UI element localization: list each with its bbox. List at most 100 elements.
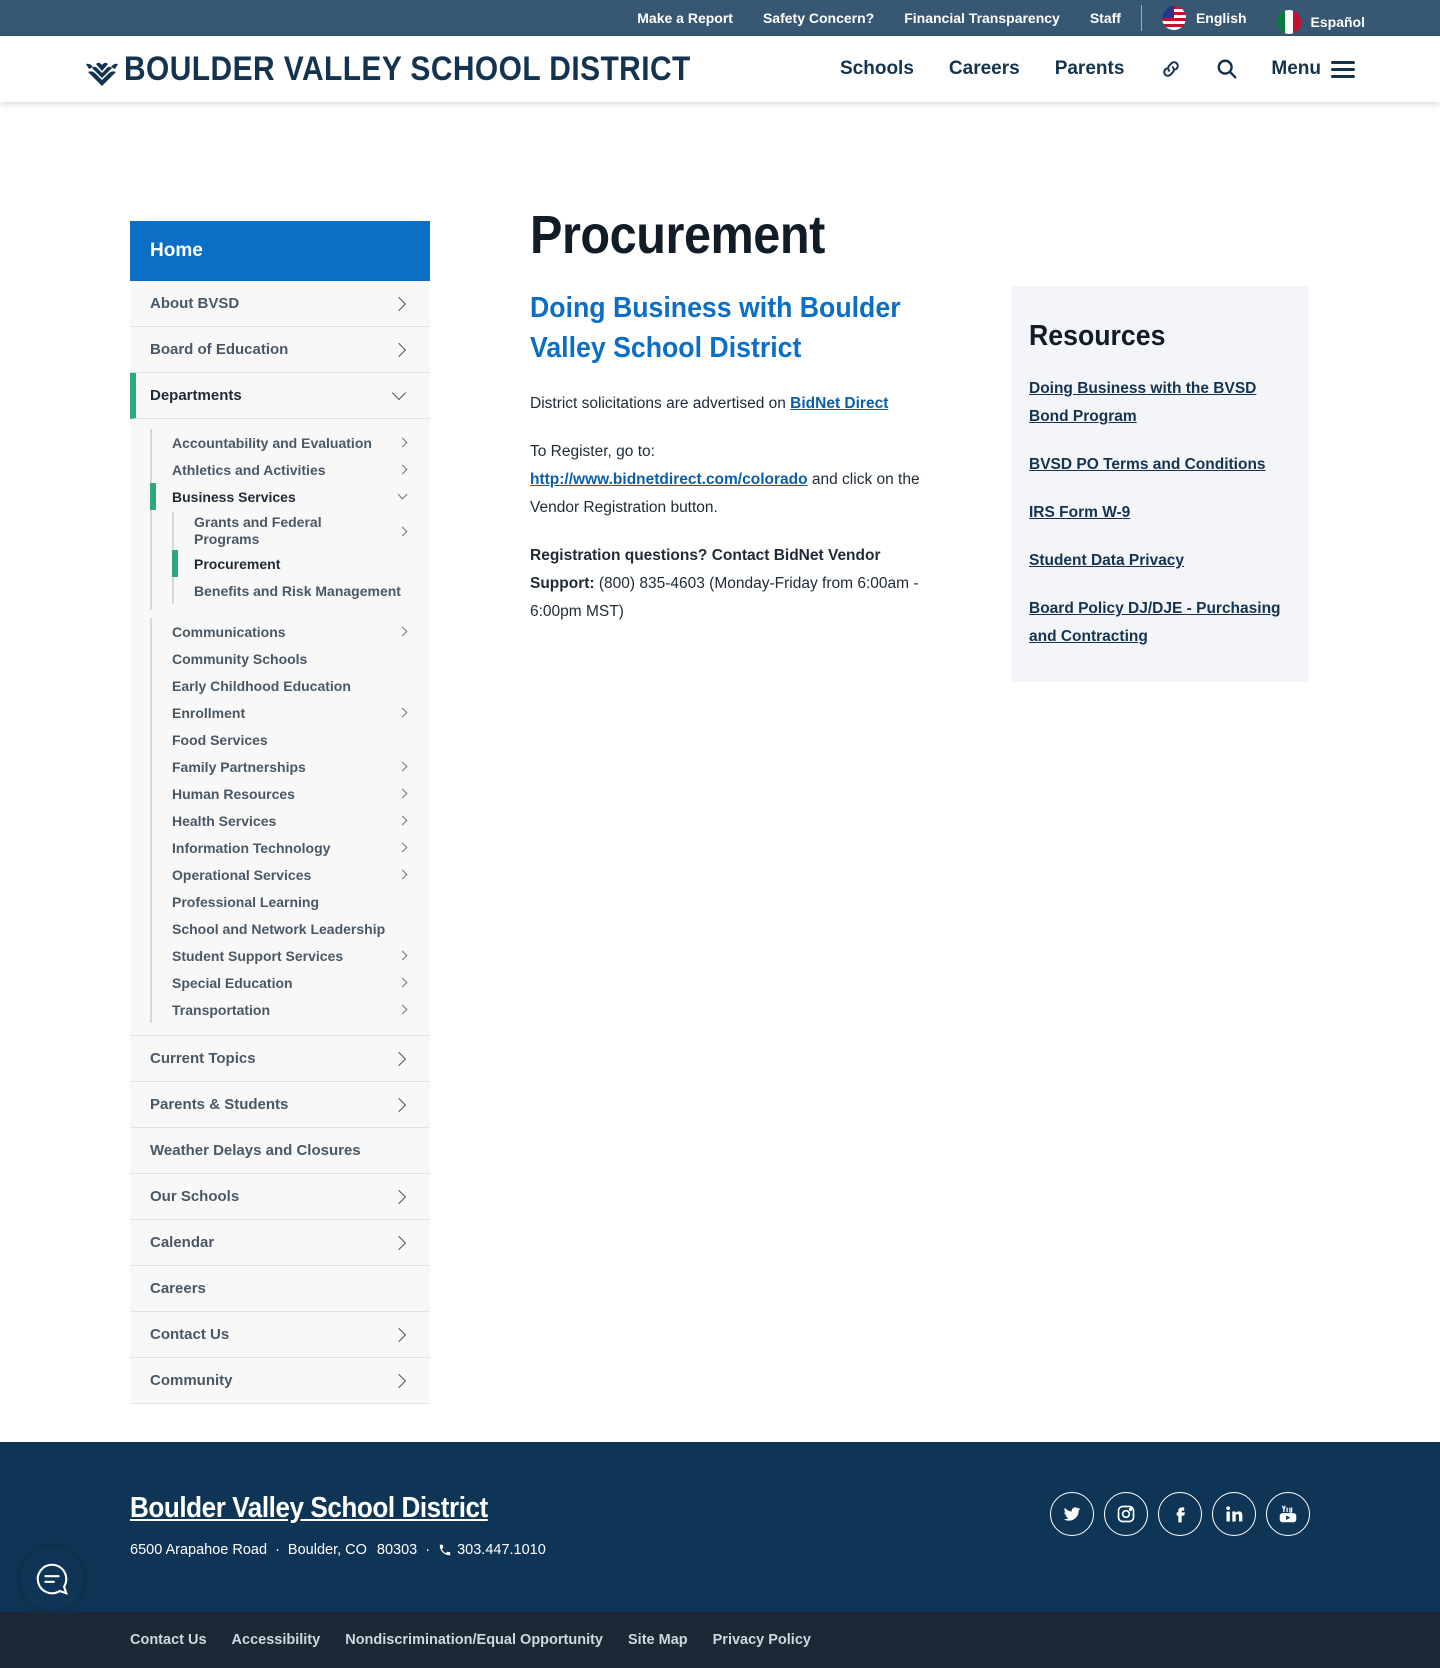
- sidebar-item-label: Transportation: [172, 1001, 271, 1018]
- site-footer: Boulder Valley School District 6500 Arap…: [0, 1442, 1440, 1612]
- utility-divider: [1140, 5, 1142, 31]
- phone-icon: [439, 1544, 451, 1556]
- business-services-list: Grants and Federal Programs Procurement …: [172, 512, 430, 604]
- sidebar-item-athletics[interactable]: Athletics and Activities: [152, 456, 430, 483]
- sidebar-item-grants[interactable]: Grants and Federal Programs: [174, 512, 430, 550]
- resource-po-terms-link[interactable]: BVSD PO Terms and Conditions: [1029, 456, 1266, 473]
- sidebar-item-procurement[interactable]: Procurement: [172, 550, 430, 577]
- chevron-right-icon: [391, 1235, 407, 1250]
- sidebar-item-communications[interactable]: Communications: [152, 618, 430, 645]
- linkedin-icon[interactable]: [1212, 1492, 1256, 1536]
- sidebar-item-board[interactable]: Board of Education: [130, 327, 430, 373]
- footer-sitemap-link[interactable]: Site Map: [628, 1632, 688, 1648]
- sidebar-item-parents-students[interactable]: Parents & Students: [130, 1082, 430, 1128]
- main-content: Procurement Doing Business with Boulder …: [530, 204, 920, 626]
- chevron-down-icon: [391, 385, 407, 400]
- sidebar-item-accountability[interactable]: Accountability and Evaluation: [152, 429, 430, 456]
- sidebar-item-label: Business Services: [172, 488, 296, 505]
- sidebar-item-health-services[interactable]: Health Services: [152, 807, 430, 834]
- sidebar-item-early-childhood[interactable]: Early Childhood Education: [152, 672, 430, 699]
- sidebar-item-our-schools[interactable]: Our Schools: [130, 1174, 430, 1220]
- resource-bond-program-link[interactable]: Doing Business with the BVSD Bond Progra…: [1029, 380, 1256, 425]
- instagram-icon[interactable]: [1104, 1492, 1148, 1536]
- resource-w9-link[interactable]: IRS Form W-9: [1029, 504, 1130, 521]
- sidebar-item-human-resources[interactable]: Human Resources: [152, 780, 430, 807]
- footer-accessibility-link[interactable]: Accessibility: [232, 1632, 321, 1648]
- bidnet-direct-link[interactable]: BidNet Direct: [790, 395, 888, 412]
- sidebar-item-family-partnerships[interactable]: Family Partnerships: [152, 753, 430, 780]
- footer-city: Boulder, CO: [287, 1542, 367, 1558]
- footer-nondiscrimination-link[interactable]: Nondiscrimination/Equal Opportunity: [345, 1632, 603, 1648]
- footer-contact-link[interactable]: Contact Us: [130, 1632, 207, 1648]
- chat-button[interactable]: [20, 1547, 84, 1611]
- sidebar-item-weather-delays[interactable]: Weather Delays and Closures: [130, 1128, 430, 1174]
- sidebar-item-enrollment[interactable]: Enrollment: [152, 699, 430, 726]
- sidebar-item-label: Early Childhood Education: [172, 677, 351, 694]
- youtube-icon[interactable]: [1266, 1492, 1310, 1536]
- sidebar-item-label: Communications: [172, 623, 286, 640]
- resource-data-privacy-link[interactable]: Student Data Privacy: [1029, 552, 1184, 569]
- sidebar-item-professional-learning[interactable]: Professional Learning: [152, 888, 430, 915]
- sidebar-item-about[interactable]: About BVSD: [130, 281, 430, 327]
- support-paragraph: Registration questions? Contact BidNet V…: [530, 542, 920, 626]
- sidebar-item-community-schools[interactable]: Community Schools: [152, 645, 430, 672]
- sidebar-item-community[interactable]: Community: [130, 1358, 430, 1404]
- chevron-right-icon: [397, 437, 408, 448]
- sidebar-item-careers[interactable]: Careers: [130, 1266, 430, 1312]
- list-item: IRS Form W-9: [1029, 499, 1291, 527]
- sidebar-item-business-services[interactable]: Business Services: [150, 483, 430, 510]
- safety-concern-link[interactable]: Safety Concern?: [763, 10, 874, 26]
- sidebar-item-information-technology[interactable]: Information Technology: [152, 834, 430, 861]
- register-paragraph: To Register, go to: http://www.bidnetdir…: [530, 438, 920, 522]
- sidebar-item-special-education[interactable]: Special Education: [152, 969, 430, 996]
- chevron-right-icon: [391, 1189, 407, 1204]
- sidebar-item-food-services[interactable]: Food Services: [152, 726, 430, 753]
- resource-board-policy-link[interactable]: Board Policy DJ/DJE - Purchasing and Con…: [1029, 600, 1281, 645]
- site-logo[interactable]: BOULDER VALLEY SCHOOL DISTRICT: [84, 50, 768, 89]
- staff-link[interactable]: Staff: [1090, 10, 1121, 26]
- sidebar-item-label: Departments: [150, 387, 242, 404]
- sidebar-item-label: Health Services: [172, 812, 277, 829]
- chevron-right-icon: [397, 626, 408, 637]
- sidebar-item-label: Operational Services: [172, 866, 312, 883]
- facebook-icon[interactable]: [1158, 1492, 1202, 1536]
- sidebar-item-contact-us[interactable]: Contact Us: [130, 1312, 430, 1358]
- footer-district-link[interactable]: Boulder Valley School District: [130, 1492, 488, 1525]
- nav-careers[interactable]: Careers: [949, 58, 1020, 80]
- bidnet-colorado-link[interactable]: http://www.bidnetdirect.com/colorado: [530, 471, 808, 488]
- sidebar-item-benefits[interactable]: Benefits and Risk Management: [174, 577, 430, 604]
- sidebar-item-label: Our Schools: [150, 1188, 240, 1205]
- lang-english-button[interactable]: English: [1161, 6, 1247, 30]
- footer-bottom-bar: Contact Us Accessibility Nondiscriminati…: [0, 1612, 1440, 1668]
- make-report-link[interactable]: Make a Report: [637, 10, 733, 26]
- nav-parents[interactable]: Parents: [1055, 58, 1125, 80]
- nav-schools[interactable]: Schools: [840, 58, 914, 80]
- sidebar-home[interactable]: Home: [130, 221, 430, 281]
- chevron-down-icon: [397, 489, 408, 500]
- social-links: [1040, 1492, 1310, 1536]
- sidebar-item-operational-services[interactable]: Operational Services: [152, 861, 430, 888]
- main-nav: Schools Careers Parents Menu: [840, 36, 1440, 102]
- footer-privacy-link[interactable]: Privacy Policy: [713, 1632, 811, 1648]
- financial-transparency-link[interactable]: Financial Transparency: [904, 10, 1060, 26]
- menu-button[interactable]: Menu: [1271, 57, 1355, 82]
- twitter-icon[interactable]: [1050, 1492, 1094, 1536]
- chevron-right-icon: [397, 977, 408, 988]
- sidebar-item-label: Calendar: [150, 1234, 215, 1251]
- footer-phone-link[interactable]: 303.447.1010: [457, 1542, 546, 1558]
- sidebar-item-current-topics[interactable]: Current Topics: [130, 1036, 430, 1082]
- sidebar-item-student-support[interactable]: Student Support Services: [152, 942, 430, 969]
- site-header: BOULDER VALLEY SCHOOL DISTRICT Schools C…: [0, 36, 1440, 102]
- sidebar-item-departments[interactable]: Departments: [130, 373, 430, 419]
- search-icon[interactable]: [1215, 57, 1239, 81]
- sidebar-item-transportation[interactable]: Transportation: [152, 996, 430, 1023]
- sidebar-item-calendar[interactable]: Calendar: [130, 1220, 430, 1266]
- lang-spanish-button[interactable]: Español: [1276, 10, 1365, 34]
- link-icon[interactable]: [1159, 57, 1183, 81]
- utility-bar: Make a Report Safety Concern? Financial …: [0, 0, 1440, 36]
- departments-list-a: Accountability and Evaluation Athletics …: [150, 429, 430, 610]
- chevron-right-icon: [391, 296, 407, 311]
- logo-text: BOULDER VALLEY SCHOOL DISTRICT: [124, 50, 691, 88]
- chevron-right-icon: [397, 526, 408, 536]
- sidebar-item-school-network-leadership[interactable]: School and Network Leadership: [152, 915, 430, 942]
